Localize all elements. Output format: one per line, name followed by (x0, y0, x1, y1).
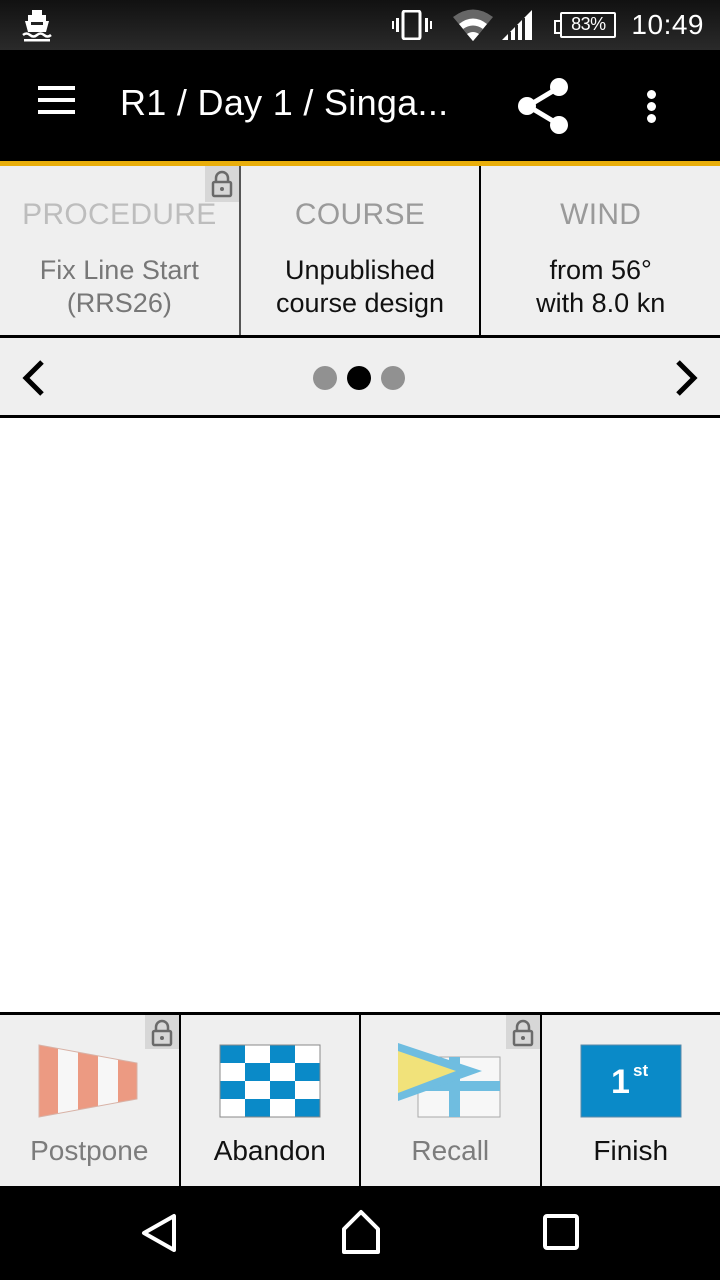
checker-cell (269, 1081, 295, 1099)
checker-cell (244, 1081, 270, 1099)
finish-flag-number: 1 (611, 1063, 630, 1101)
checker-cell (219, 1099, 245, 1117)
postpone-flag-icon (38, 1044, 138, 1118)
boat-icon (22, 10, 52, 42)
checker-cell (219, 1081, 245, 1099)
checker-cell (219, 1045, 245, 1063)
checker-cell (294, 1081, 320, 1099)
lock-icon (151, 1019, 172, 1047)
recall-flag-icon (398, 1043, 501, 1118)
hamburger-menu-icon (38, 86, 75, 90)
finish-flag-icon: 1 st (580, 1044, 682, 1118)
status-bar: 83% 10:49 (0, 0, 720, 50)
checker-cell (294, 1099, 320, 1117)
page-dot-3[interactable] (381, 366, 405, 390)
postpone-button[interactable]: Postpone (0, 1015, 181, 1186)
checker-cell (244, 1045, 270, 1063)
checker-cell (244, 1063, 270, 1081)
cell-signal-icon (502, 10, 533, 40)
wifi-icon (453, 9, 494, 41)
finish-button[interactable]: 1 st Finish (542, 1015, 720, 1186)
lock-icon (211, 170, 232, 198)
postpone-label: Postpone (30, 1135, 149, 1166)
abandon-label: Abandon (213, 1135, 326, 1166)
procedure-panel[interactable]: PROCEDURE Fix Line Start (RRS26) (0, 166, 241, 335)
course-title: COURSE (294, 198, 426, 231)
lock-badge (505, 1015, 540, 1049)
recents-icon[interactable] (536, 1208, 586, 1258)
course-panel[interactable]: COURSE Unpublished course design (241, 166, 482, 335)
back-icon[interactable] (136, 1208, 186, 1258)
clock: 10:49 (631, 9, 704, 40)
checker-cell (219, 1063, 245, 1081)
battery-indicator: 83% (554, 12, 617, 38)
checker-cell (269, 1045, 295, 1063)
course-value: Unpublished course design (275, 255, 445, 318)
procedure-value: Fix Line Start (RRS26) (39, 255, 199, 318)
abandon-button[interactable]: Abandon (181, 1015, 361, 1186)
wind-title: WIND (560, 198, 642, 231)
finish-flag-suffix: st (633, 1061, 648, 1080)
checker-cell (269, 1063, 295, 1081)
page-title: R1 / Day 1 / Singa... (120, 82, 449, 123)
more-vert-icon (647, 90, 656, 99)
page-dot-2-active[interactable] (347, 366, 371, 390)
page-indicator-bar (0, 338, 720, 418)
main-content-area (0, 418, 720, 1012)
finish-label: Finish (593, 1135, 669, 1166)
system-navigation-bar (0, 1186, 720, 1280)
checker-cell (294, 1045, 320, 1063)
home-icon[interactable] (336, 1208, 386, 1258)
more-options-button[interactable] (628, 78, 676, 134)
vibrate-icon (392, 10, 433, 40)
chevron-right-icon[interactable] (664, 356, 704, 400)
page-dot-1[interactable] (313, 366, 337, 390)
wind-panel[interactable]: WIND from 56° with 8.0 kn (481, 166, 720, 335)
race-info-panels: PROCEDURE Fix Line Start (RRS26) COURSE … (0, 166, 720, 338)
checker-cell (269, 1099, 295, 1117)
page-dots (313, 366, 405, 390)
share-icon[interactable] (510, 74, 576, 138)
checker-cell (244, 1099, 270, 1117)
lock-icon (512, 1019, 533, 1047)
recall-button[interactable]: Recall (361, 1015, 542, 1186)
app-bar: R1 / Day 1 / Singa... (0, 50, 720, 161)
recall-label: Recall (411, 1135, 490, 1166)
lock-badge (144, 1015, 179, 1049)
abandon-flag-icon (219, 1044, 321, 1118)
race-actions-bar: Postpone Abandon Recall 1 st Finish (0, 1012, 720, 1186)
lock-badge (204, 166, 239, 202)
wind-value: from 56° with 8.0 kn (536, 255, 666, 318)
navigation-menu-button[interactable] (28, 86, 84, 126)
checker-cell (294, 1063, 320, 1081)
chevron-left-icon[interactable] (16, 356, 56, 400)
procedure-title: PROCEDURE (22, 198, 217, 231)
